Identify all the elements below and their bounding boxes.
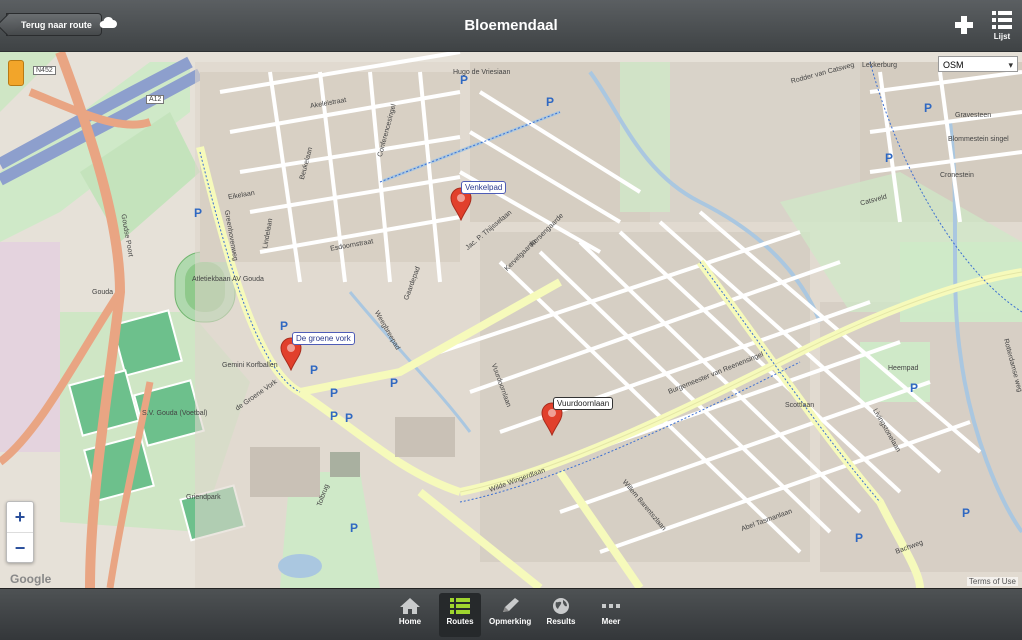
- zoom-in-button[interactable]: +: [7, 502, 33, 533]
- map-tiles: PPP PPP PPP PPP PPP: [0, 52, 1022, 588]
- svg-text:P: P: [962, 506, 970, 520]
- bottom-tab-bar: Home Routes Opmerking Results Meer: [0, 588, 1022, 640]
- svg-text:P: P: [280, 319, 288, 333]
- svg-text:P: P: [310, 363, 318, 377]
- tab-results[interactable]: Results: [540, 593, 582, 637]
- tab-label: Routes: [446, 617, 474, 626]
- street-label: Hugo de Vriesiaan: [453, 69, 511, 76]
- add-plus-icon[interactable]: [953, 14, 975, 36]
- list-icon: [992, 11, 1012, 29]
- zoom-control: + −: [6, 501, 34, 563]
- street-label: Lekkerburg: [862, 62, 898, 69]
- svg-text:P: P: [345, 411, 353, 425]
- street-label: Cronestein: [940, 172, 974, 179]
- map-view[interactable]: PPP PPP PPP PPP PPP OSM Hugo de Vriesiaa…: [0, 52, 1022, 588]
- street-label: Scottlaan: [785, 402, 815, 409]
- tab-routes[interactable]: Routes: [439, 593, 481, 637]
- tab-home[interactable]: Home: [389, 593, 431, 637]
- road-shield: N452: [33, 66, 56, 75]
- cloud-icon[interactable]: [98, 14, 118, 30]
- street-label: Gouda: [92, 289, 114, 296]
- page-title: Bloemendaal: [464, 17, 558, 34]
- street-label: Griendpark: [186, 494, 221, 501]
- tab-label: Opmerking: [489, 617, 532, 626]
- tab-label: Home: [398, 617, 422, 626]
- globe-icon: [553, 598, 569, 614]
- tab-label: Results: [546, 617, 576, 626]
- svg-text:P: P: [910, 381, 918, 395]
- pencil-icon: [503, 598, 519, 612]
- list-icon: [450, 598, 470, 614]
- back-button-label: Terug naar route: [21, 20, 92, 30]
- terms-of-use-link[interactable]: Terms of Use: [966, 577, 1018, 586]
- google-logo: Google: [10, 572, 52, 586]
- svg-text:P: P: [546, 95, 554, 109]
- road-shield: A12: [146, 95, 165, 104]
- svg-text:P: P: [194, 206, 202, 220]
- tab-opmerking[interactable]: Opmerking: [489, 593, 531, 637]
- svg-text:P: P: [390, 376, 398, 390]
- map-layer-select[interactable]: OSM: [938, 56, 1018, 73]
- header-bar: Terug naar route Bloemendaal Lijst: [0, 0, 1022, 52]
- street-label: Atletiekbaan AV Gouda: [192, 276, 264, 283]
- svg-text:P: P: [330, 409, 338, 423]
- zoom-out-button[interactable]: −: [7, 533, 33, 563]
- more-icon: [602, 604, 620, 608]
- street-label: Blommestein singel: [948, 136, 1009, 143]
- home-icon: [400, 598, 420, 614]
- street-label: Gravesteen: [955, 112, 992, 119]
- svg-text:P: P: [924, 101, 932, 115]
- tab-label: Meer: [601, 617, 621, 626]
- svg-text:P: P: [885, 151, 893, 165]
- list-button[interactable]: Lijst: [990, 10, 1014, 42]
- tab-meer[interactable]: Meer: [590, 593, 632, 637]
- poi-label[interactable]: Vuurdoornlaan: [553, 397, 614, 410]
- street-label: Heempad: [888, 365, 919, 372]
- svg-text:P: P: [350, 521, 358, 535]
- street-view-pegman-icon[interactable]: [8, 60, 24, 86]
- street-label: Gemini Korfballen: [222, 362, 278, 369]
- poi-label[interactable]: Venkelpad: [461, 181, 507, 194]
- svg-text:P: P: [330, 386, 338, 400]
- svg-text:P: P: [855, 531, 863, 545]
- list-button-label: Lijst: [993, 32, 1011, 41]
- back-to-route-button[interactable]: Terug naar route: [6, 13, 102, 36]
- street-label: S.V. Gouda (Voetbal): [142, 410, 208, 417]
- poi-label[interactable]: De groene vork: [292, 332, 355, 345]
